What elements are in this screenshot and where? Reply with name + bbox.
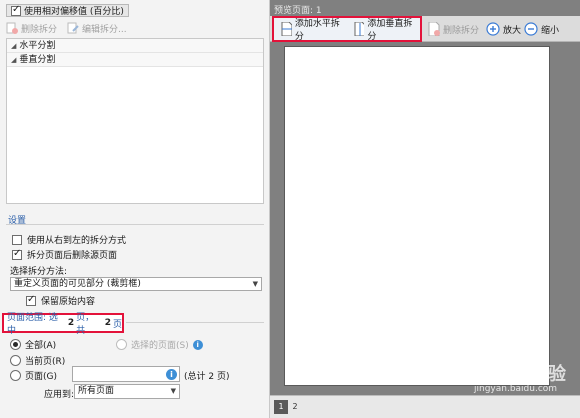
page-range-summary: 页面范围: 选中 2 页，共 2 页 — [2, 313, 124, 336]
rtl-split-label: 使用从右到左的拆分方式 — [27, 236, 127, 246]
delete-split-icon — [6, 22, 18, 34]
range-pages-label: 页面(G) — [25, 372, 57, 382]
range-all-label: 全部(A) — [25, 341, 57, 351]
add-vertical-split-button[interactable]: 添加垂直拆分 — [350, 19, 421, 42]
page-range-middle: 页，共 — [76, 313, 95, 336]
preview-delete-split-label: 删除拆分 — [443, 25, 480, 36]
split-list-toolbar: 删除拆分 编辑拆分... — [6, 21, 127, 35]
range-selected-radio[interactable] — [116, 339, 127, 350]
delete-source-label: 拆分页面后删除源页面 — [27, 251, 118, 261]
split-settings-panel: 使用相对偏移值 (百分比) 删除拆分 编辑拆分... ◢水平分割 ◢垂直分割 设… — [0, 0, 270, 418]
divider — [126, 322, 264, 323]
add-split-group: 添加水平拆分 添加垂直拆分 — [272, 16, 422, 42]
zoom-in-label: 放大 — [503, 25, 522, 36]
split-method-select[interactable]: 重定义页面的可见部分 (裁剪框) ▼ — [10, 277, 262, 291]
range-pages-option[interactable]: 页面(G) — [10, 369, 57, 382]
delete-split-icon — [428, 22, 440, 36]
range-all-option[interactable]: 全部(A) — [10, 338, 56, 351]
tree-item-horizontal[interactable]: ◢ 水平分割 — [7, 39, 263, 53]
page-range-prefix: 页面范围: 选中 — [7, 313, 58, 336]
zoom-in-icon — [486, 22, 500, 36]
watermark-brand: Baidu 经验 — [466, 364, 567, 385]
split-method-value: 重定义页面的可见部分 (裁剪框) — [14, 279, 141, 289]
range-selected-option[interactable]: 选择的页面(S) i — [116, 338, 203, 351]
range-current-radio[interactable] — [10, 355, 21, 366]
split-method-label: 选择拆分方法: — [10, 267, 68, 277]
apply-to-value: 所有页面 — [78, 386, 115, 396]
expand-triangle-icon[interactable]: ◢ — [11, 56, 16, 64]
divider — [6, 224, 264, 225]
chevron-down-icon: ▼ — [170, 387, 176, 395]
apply-to-select[interactable]: 所有页面 ▼ — [74, 384, 180, 399]
relative-offset-checkbox[interactable] — [11, 4, 21, 16]
split-tree-list[interactable]: ◢ 水平分割 ◢ 垂直分割 — [6, 38, 264, 204]
info-icon[interactable]: i — [166, 369, 177, 380]
rtl-split-option[interactable]: 使用从右到左的拆分方式 — [12, 233, 126, 246]
horizontal-split-icon — [281, 22, 292, 36]
total-page-count: 2 — [104, 318, 111, 328]
range-current-label: 当前页(R) — [25, 357, 66, 367]
keep-original-checkbox[interactable] — [26, 294, 36, 306]
apply-to-label: 应用到: — [44, 390, 75, 400]
rtl-split-checkbox[interactable] — [12, 234, 22, 245]
vertical-split-icon — [354, 22, 365, 36]
add-horizontal-split-button[interactable]: 添加水平拆分 — [277, 19, 348, 42]
zoom-in-button[interactable]: 放大 — [482, 19, 525, 39]
preview-page-label: 预览页面: 1 — [274, 6, 322, 16]
range-pages-radio[interactable] — [10, 370, 21, 381]
edit-split-icon — [67, 22, 79, 34]
add-horizontal-split-label: 添加水平拆分 — [294, 19, 340, 42]
total-pages-note: (总计 2 页) — [184, 372, 230, 382]
page-tab-2[interactable]: 2 — [288, 400, 302, 414]
delete-split-label: 删除拆分 — [21, 24, 58, 35]
tree-item-label: 垂直分割 — [19, 55, 56, 65]
info-icon[interactable]: i — [192, 339, 203, 350]
relative-offset-label: 使用相对偏移值 (百分比) — [24, 7, 124, 17]
selected-page-count: 2 — [67, 318, 75, 328]
page-tab-1[interactable]: 1 — [274, 400, 288, 414]
edit-split-label: 编辑拆分... — [82, 24, 127, 35]
keep-original-option[interactable]: 保留原始内容 — [26, 294, 95, 307]
tree-item-label: 水平分割 — [19, 41, 56, 51]
preview-delete-split-button[interactable]: 删除拆分 — [424, 19, 483, 39]
add-vertical-split-label: 添加垂直拆分 — [367, 19, 413, 42]
zoom-out-button[interactable]: 缩小 — [520, 19, 563, 39]
range-all-radio[interactable] — [10, 339, 21, 350]
range-selected-label: 选择的页面(S) — [131, 341, 189, 351]
zoom-out-label: 缩小 — [541, 25, 560, 36]
zoom-out-icon — [524, 22, 538, 36]
page-range-suffix: 页 — [112, 319, 122, 330]
page-tab-bar: 1 2 — [270, 395, 580, 418]
preview-page-canvas[interactable] — [284, 46, 550, 386]
preview-panel: 预览页面: 1 添加水平拆分 添加垂直拆分 删除拆分 放大 缩小 Baidu 经… — [270, 0, 580, 418]
relative-offset-option[interactable]: 使用相对偏移值 (百分比) — [6, 4, 129, 17]
page-range-input[interactable]: i — [72, 366, 180, 382]
delete-source-option[interactable]: 拆分页面后删除源页面 — [12, 248, 117, 261]
delete-source-checkbox[interactable] — [12, 248, 22, 260]
watermark-url: jingyan.baidu.com — [474, 384, 558, 394]
expand-triangle-icon[interactable]: ◢ — [11, 42, 16, 50]
delete-split-button[interactable]: 删除拆分 — [6, 22, 57, 35]
tree-item-vertical[interactable]: ◢ 垂直分割 — [7, 53, 263, 67]
keep-original-label: 保留原始内容 — [41, 297, 96, 307]
chevron-down-icon: ▼ — [252, 280, 258, 288]
edit-split-button[interactable]: 编辑拆分... — [67, 22, 127, 35]
range-current-option[interactable]: 当前页(R) — [10, 354, 65, 367]
